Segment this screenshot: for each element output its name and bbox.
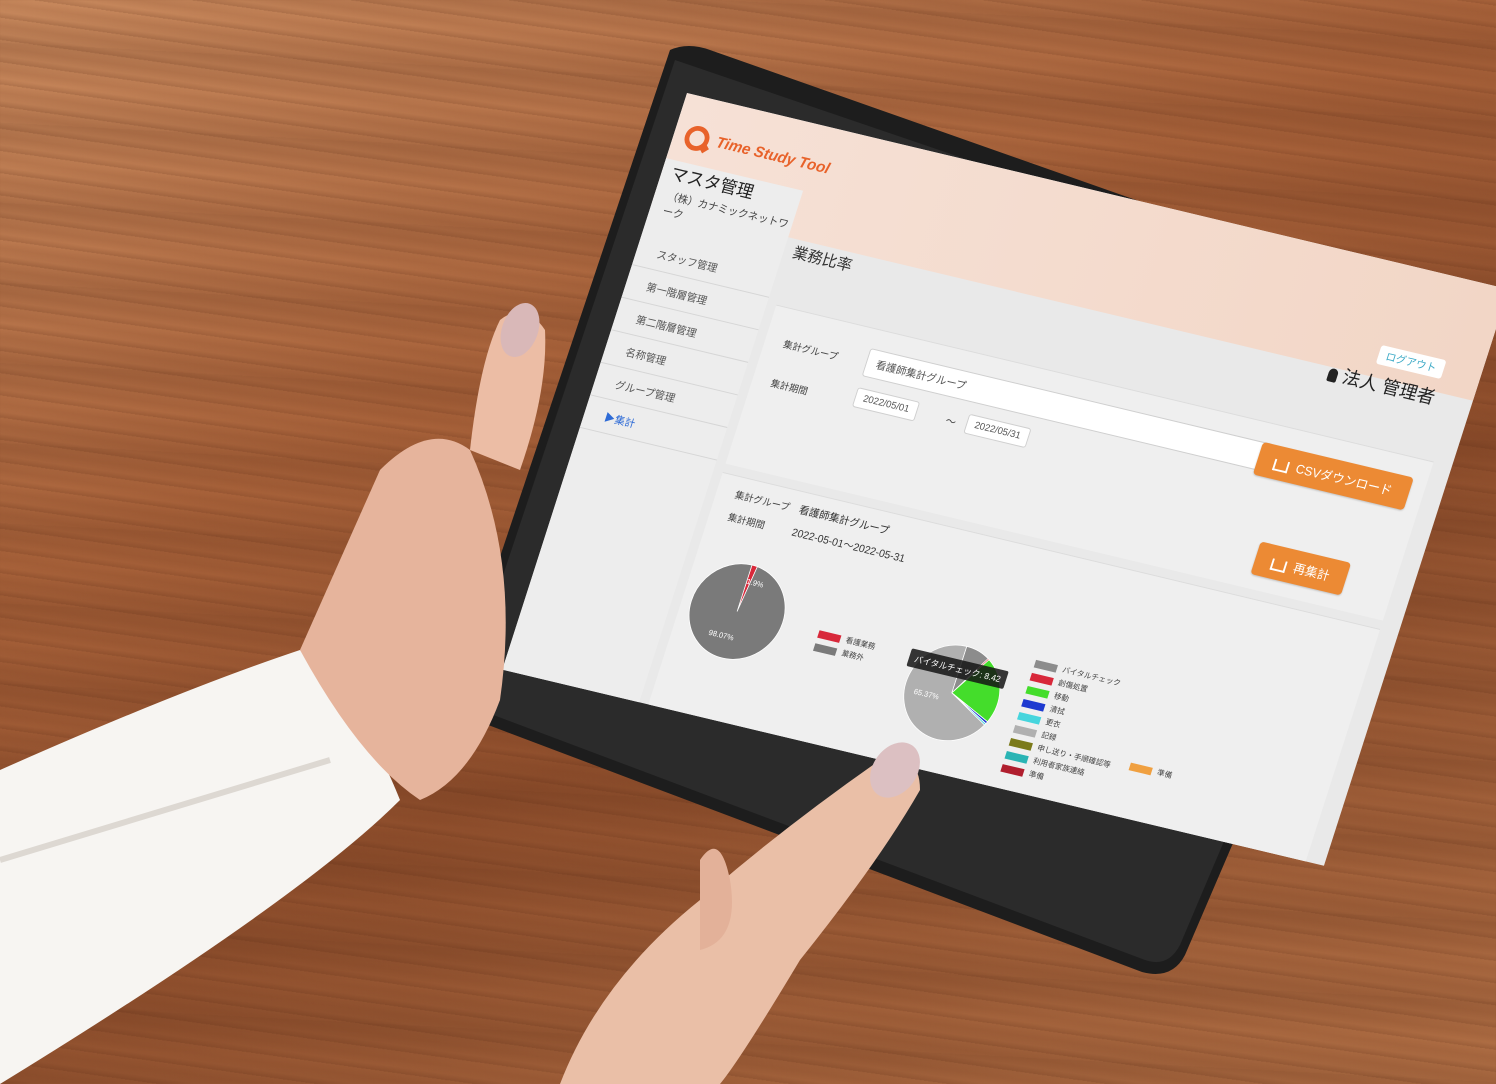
right-hand (560, 758, 920, 1084)
photo-scene: Time Study Tool ログアウト 法人 管理者 マスタ管理 （株）カナ… (0, 0, 1496, 1084)
hands-layer (0, 302, 920, 1084)
